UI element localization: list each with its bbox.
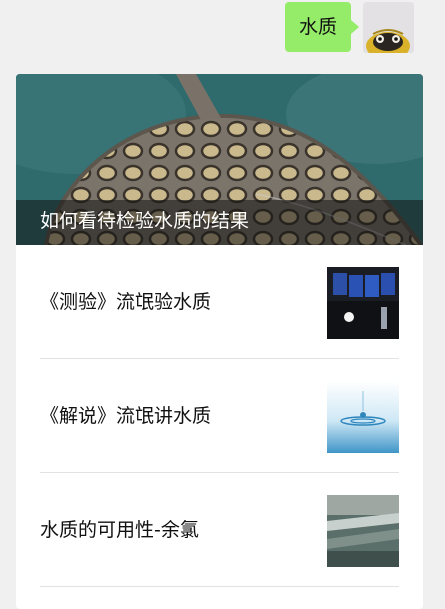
message-text: 水质: [298, 16, 337, 38]
hero-title: 如何看待检验水质的结果: [40, 210, 250, 232]
message-bubble[interactable]: 水质: [284, 2, 360, 52]
cartoon-avatar-icon: [363, 2, 414, 53]
list-item[interactable]: 水质的可用性-余氯: [40, 473, 399, 587]
lab-photo-icon: [327, 267, 399, 339]
list-item[interactable]: 《测验》流氓验水质: [40, 245, 399, 359]
item-title: 水质的可用性-余氯: [40, 519, 199, 541]
item-title: 《测验》流氓验水质: [40, 291, 212, 313]
article-card: 如何看待检验水质的结果 《测验》流氓验水质 《解说》流氓讲水质 水质的可用性-余…: [16, 74, 423, 609]
hero-article[interactable]: 如何看待检验水质的结果: [16, 74, 423, 245]
user-avatar[interactable]: [363, 2, 414, 53]
message-row: 水质: [0, 0, 445, 60]
item-title: 《解说》流氓讲水质: [40, 405, 212, 427]
water-tank-photo-icon: [327, 495, 399, 567]
water-drop-photo-icon: [327, 381, 399, 453]
list-item[interactable]: 《解说》流氓讲水质: [40, 359, 399, 473]
